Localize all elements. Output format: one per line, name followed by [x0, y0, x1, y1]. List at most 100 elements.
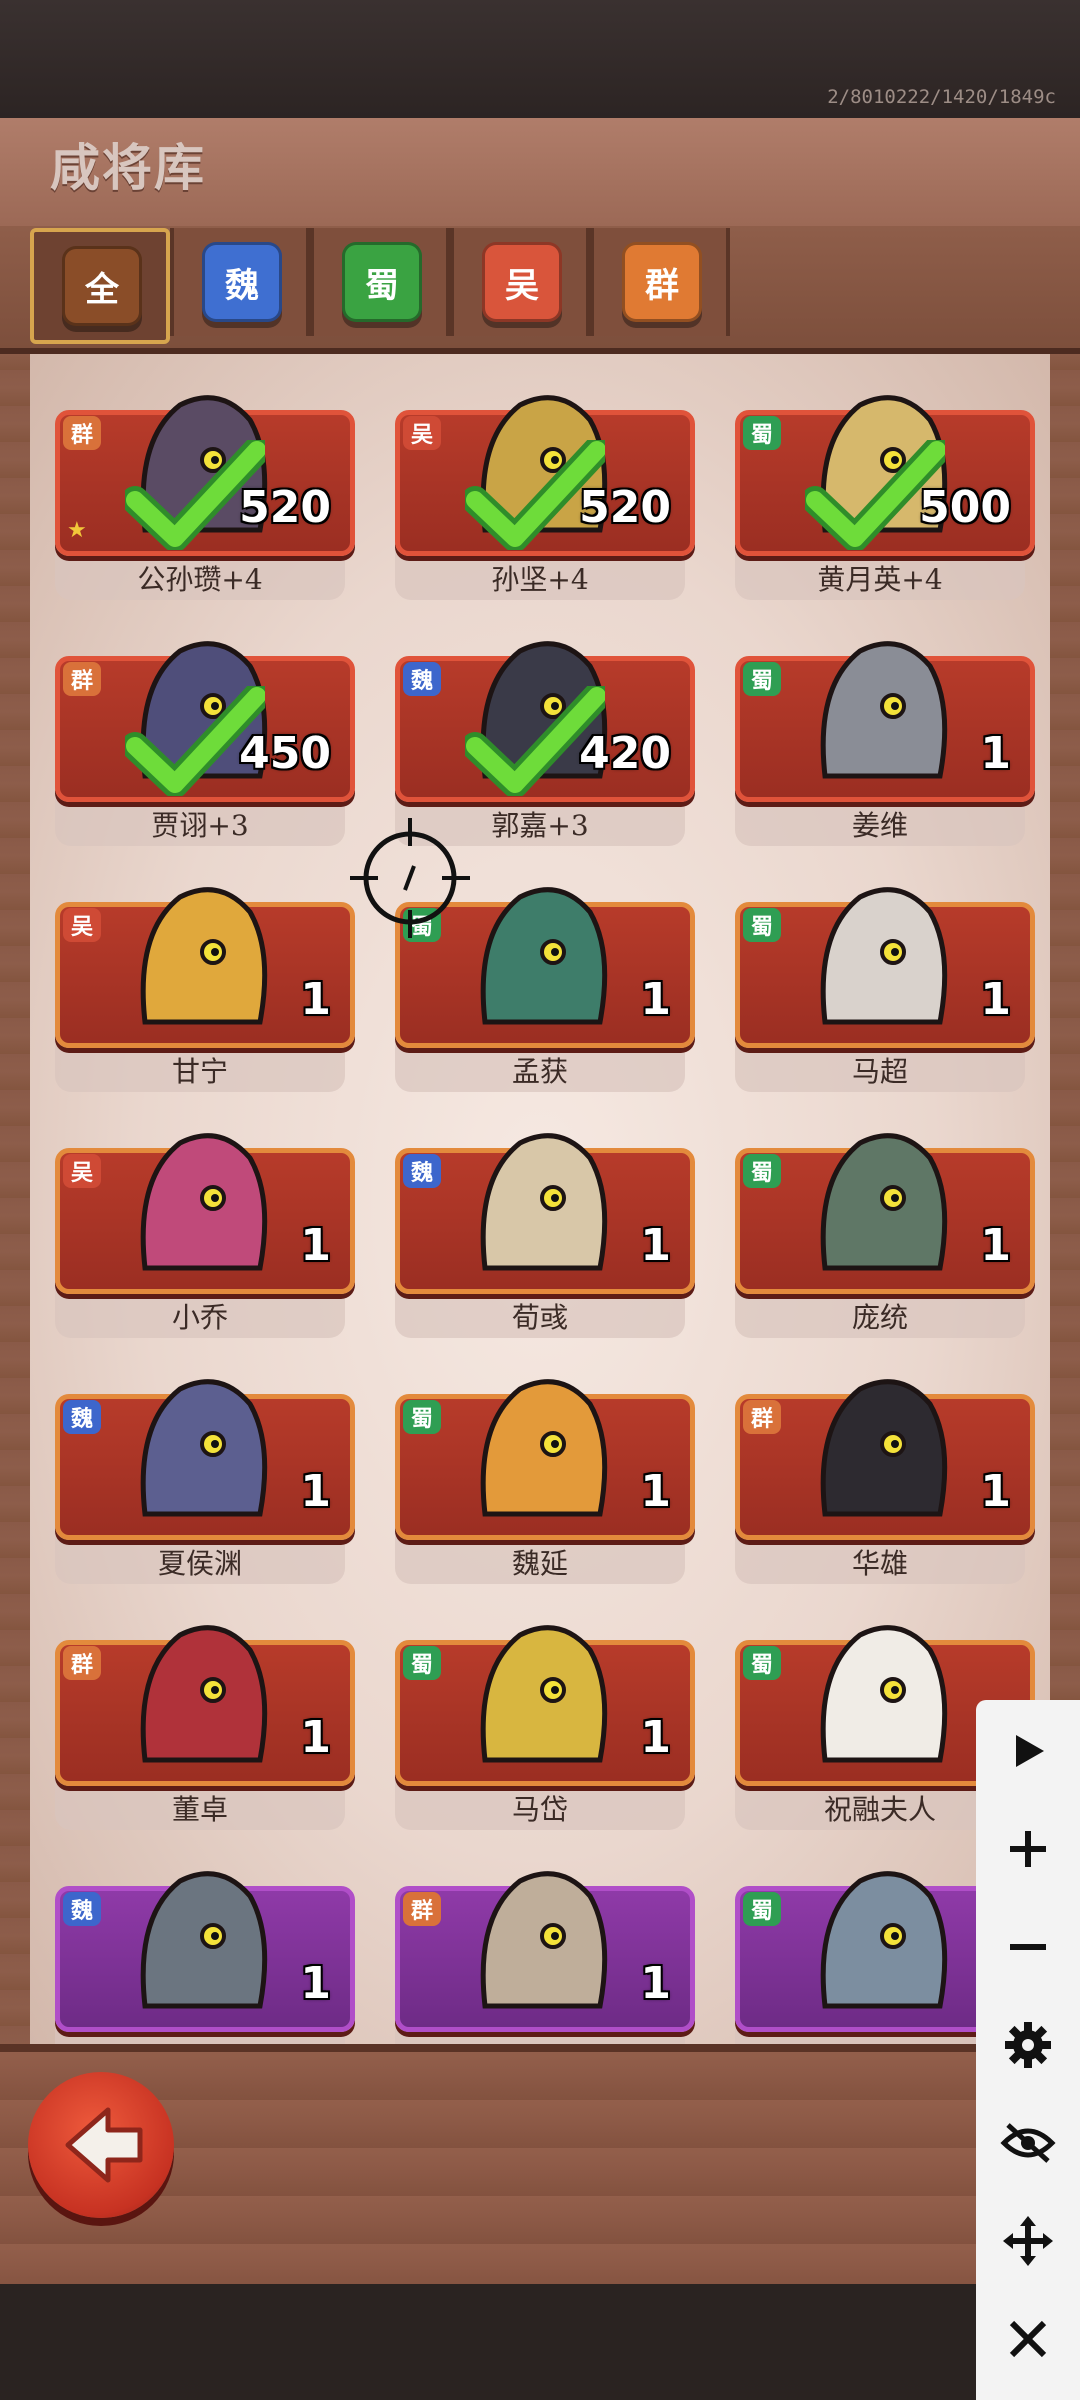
hero-name: 马超 — [851, 1055, 908, 1088]
faction-badge: 魏 — [403, 662, 441, 696]
hero-count: 1 — [640, 1958, 671, 2009]
hero-name: 贾诩+3 — [151, 809, 249, 842]
hero-card[interactable]: 蜀 500 黄月英+4 — [735, 380, 1035, 600]
minus-icon — [1010, 1944, 1046, 1950]
hero-name: 庞统 — [851, 1301, 908, 1334]
zoom-in-button[interactable] — [976, 1800, 1080, 1898]
tab-2[interactable]: 蜀 — [310, 228, 450, 336]
hide-button[interactable] — [976, 2094, 1080, 2192]
hero-name: 甘宁 — [171, 1055, 228, 1088]
back-button[interactable] — [28, 2072, 174, 2218]
hero-portrait — [140, 1379, 268, 1517]
hero-card[interactable]: 蜀 1 马超 — [735, 872, 1035, 1092]
close-icon — [1009, 2320, 1047, 2358]
hero-card[interactable]: 魏 420 郭嘉+3 — [395, 626, 695, 846]
hero-name: 夏侯渊 — [157, 1547, 242, 1580]
hero-name: 公孙瓒+4 — [137, 563, 263, 596]
hero-card[interactable]: 魏 1 夏侯渊 — [55, 1364, 355, 1584]
tab-1[interactable]: 魏 — [170, 228, 310, 336]
hero-portrait — [140, 1133, 268, 1271]
move-icon — [1003, 2216, 1053, 2266]
hero-portrait — [480, 1379, 608, 1517]
star-icon: ★ — [67, 518, 87, 543]
close-button[interactable] — [976, 2290, 1080, 2388]
hero-portrait — [480, 1133, 608, 1271]
faction-badge: 蜀 — [743, 416, 781, 450]
hero-count: 1 — [640, 1220, 671, 1271]
hero-name: 姜维 — [851, 809, 908, 842]
hero-card[interactable]: 群 1 华雄 — [735, 1364, 1035, 1584]
hero-count: 1 — [640, 1712, 671, 1763]
faction-badge: 群 — [63, 662, 101, 696]
hero-card[interactable]: 蜀 1 马岱 — [395, 1610, 695, 1830]
settings-button[interactable] — [976, 1996, 1080, 2094]
move-button[interactable] — [976, 2192, 1080, 2290]
hero-portrait — [140, 1625, 268, 1763]
tab-4[interactable]: 群 — [590, 228, 730, 336]
hero-name: 荀彧 — [511, 1301, 568, 1334]
hero-portrait — [820, 1379, 948, 1517]
hero-card[interactable]: 吴 520 孙坚+4 — [395, 380, 695, 600]
footer-band — [0, 2284, 1080, 2400]
hero-count: 1 — [300, 974, 331, 1025]
gear-icon — [1005, 2022, 1051, 2068]
hero-count: 1 — [300, 1712, 331, 1763]
faction-badge: 蜀 — [743, 662, 781, 696]
version-label: 2/8010222/1420/1849c — [827, 86, 1056, 108]
hero-card[interactable]: 蜀 1 庞统 — [735, 1118, 1035, 1338]
back-arrow-icon — [65, 2107, 143, 2183]
tab-label: 全 — [62, 246, 142, 326]
faction-badge: 蜀 — [743, 1154, 781, 1188]
hero-card[interactable]: 群 1 董卓 — [55, 1610, 355, 1830]
tab-label: 魏 — [202, 242, 282, 322]
hero-count: 1 — [300, 1466, 331, 1517]
hero-grid: 群 ★ 520 公孙瓒+4 吴 520 孙坚+4 蜀 500 黄月英+4 群 450 贾诩+3 魏 420 郭… — [30, 354, 1050, 2044]
hero-count: 1 — [640, 974, 671, 1025]
faction-badge: 吴 — [63, 908, 101, 942]
hero-card[interactable]: 群 ★ 520 公孙瓒+4 — [55, 380, 355, 600]
hero-name: 小乔 — [171, 1301, 228, 1334]
hero-portrait — [480, 1625, 608, 1763]
eye-off-icon — [1000, 2123, 1056, 2163]
tab-label: 吴 — [482, 242, 562, 322]
faction-badge: 群 — [743, 1400, 781, 1434]
faction-badge: 蜀 — [403, 1646, 441, 1680]
hero-portrait — [820, 887, 948, 1025]
hero-card[interactable]: 魏 1 荀彧 — [395, 1118, 695, 1338]
faction-badge: 魏 — [63, 1892, 101, 1926]
hero-card[interactable]: 魏1 — [55, 1856, 355, 2044]
hero-portrait — [820, 1871, 948, 2009]
hero-card[interactable]: 群1 — [395, 1856, 695, 2044]
hero-portrait — [480, 1871, 608, 2009]
hero-card[interactable]: 蜀 1 魏延 — [395, 1364, 695, 1584]
hero-count: 520 — [579, 482, 671, 533]
faction-badge: 吴 — [63, 1154, 101, 1188]
zoom-out-button[interactable] — [976, 1898, 1080, 1996]
floating-toolbar — [976, 1700, 1080, 2400]
faction-badge: 蜀 — [743, 1892, 781, 1926]
hero-count: 450 — [239, 728, 331, 779]
hero-count: 1 — [640, 1466, 671, 1517]
hero-card[interactable]: 吴 1 小乔 — [55, 1118, 355, 1338]
hero-name: 魏延 — [511, 1547, 568, 1580]
tab-3[interactable]: 吴 — [450, 228, 590, 336]
faction-badge: 魏 — [63, 1400, 101, 1434]
hero-count: 500 — [919, 482, 1011, 533]
hero-portrait — [140, 887, 268, 1025]
hero-count: 1 — [980, 728, 1011, 779]
hero-card[interactable]: 群 450 贾诩+3 — [55, 626, 355, 846]
faction-badge: 群 — [63, 1646, 101, 1680]
hero-count: 1 — [980, 1466, 1011, 1517]
hero-name: 华雄 — [851, 1547, 908, 1580]
hero-card[interactable]: 蜀 1 姜维 — [735, 626, 1035, 846]
hero-name: 黄月英+4 — [817, 563, 943, 596]
hero-count: 1 — [300, 1958, 331, 2009]
faction-badge: 魏 — [403, 1154, 441, 1188]
hero-portrait — [820, 1625, 948, 1763]
hero-card[interactable]: 吴 1 甘宁 — [55, 872, 355, 1092]
hero-name: 董卓 — [171, 1793, 228, 1826]
tab-0[interactable]: 全 — [30, 228, 170, 344]
hero-count: 1 — [980, 974, 1011, 1025]
play-button[interactable] — [976, 1702, 1080, 1800]
hero-count: 1 — [980, 1220, 1011, 1271]
